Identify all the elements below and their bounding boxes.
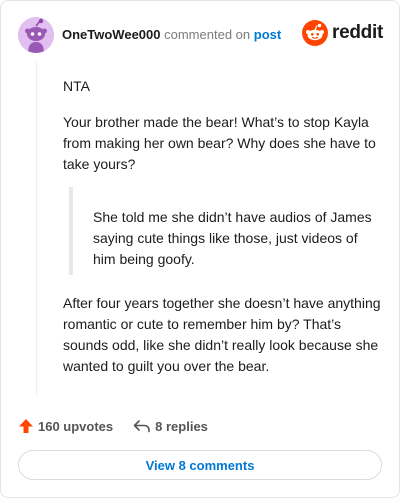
comment-header: OneTwoWee000 commented on post reddit xyxy=(18,17,383,53)
comment-paragraph: Your brother made the bear! What’s to st… xyxy=(63,114,376,172)
reddit-wordmark: reddit xyxy=(332,22,383,43)
user-avatar[interactable] xyxy=(18,17,54,53)
view-comments-button[interactable]: View 8 comments xyxy=(18,450,382,480)
reddit-logo[interactable]: reddit xyxy=(302,19,383,47)
comment-card: OneTwoWee000 commented on post reddit NT… xyxy=(0,0,400,498)
upvote-count: 160 upvotes xyxy=(38,418,114,434)
blockquote: She told me she didn’t have audios of Ja… xyxy=(69,187,383,275)
replies-button[interactable]: 8 replies xyxy=(133,419,208,434)
snoo-avatar-icon xyxy=(18,17,54,53)
comment-paragraph: After four years together she doesn’t ha… xyxy=(63,295,381,374)
comment-paragraph: NTA xyxy=(63,78,90,94)
post-link[interactable]: post xyxy=(254,27,281,42)
quote-text: She told me she didn’t have audios of Ja… xyxy=(93,209,372,267)
comment-meta: OneTwoWee000 commented on post xyxy=(62,27,281,42)
reddit-logo-icon xyxy=(302,20,329,46)
username-link[interactable]: OneTwoWee000 xyxy=(62,27,161,42)
reply-arrow-icon xyxy=(133,420,150,433)
upvote-arrow-icon xyxy=(19,419,33,433)
reply-count: 8 replies xyxy=(155,418,208,434)
upvote-button[interactable]: 160 upvotes xyxy=(18,418,113,434)
comment-actions: 160 upvotes 8 replies xyxy=(18,415,208,437)
thread-line[interactable] xyxy=(36,61,37,396)
commented-on-text: commented on xyxy=(164,27,251,42)
